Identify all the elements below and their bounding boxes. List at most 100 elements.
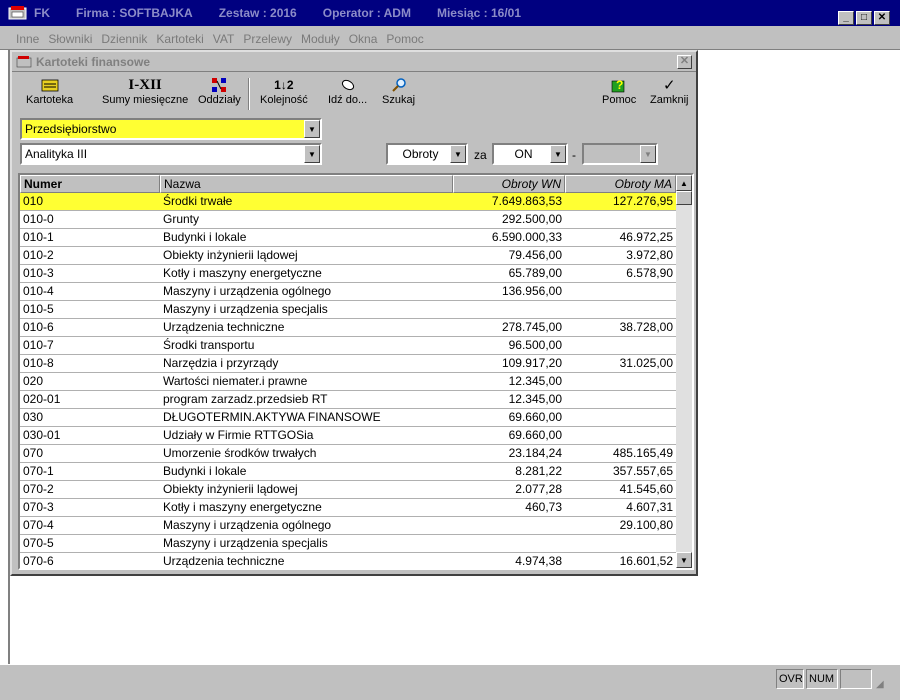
table-row[interactable]: 010-4 Maszyny i urządzenia ogólnego 136.95… [20, 283, 676, 301]
folder-icon [41, 76, 59, 94]
menu-slowniki[interactable]: Słowniki [48, 32, 92, 46]
chevron-down-icon[interactable]: ▼ [304, 120, 320, 138]
table-row[interactable]: 070-1 Budynki i lokale 8.281,22 357.557,65 [20, 463, 676, 481]
window-title: Kartoteki finansowe [36, 54, 151, 69]
chevron-down-icon[interactable]: ▼ [450, 145, 466, 163]
cell-obroty-ma: 41.545,60 [619, 482, 673, 496]
kartoteka-label: Kartoteka [26, 94, 74, 106]
menu-kartoteki[interactable]: Kartoteki [156, 32, 203, 46]
menu-vat[interactable]: VAT [213, 32, 235, 46]
column-header-numer[interactable]: Numer [20, 175, 160, 193]
cell-numer: 010-0 [23, 212, 54, 226]
cell-nazwa: Środki trwałe [163, 194, 233, 208]
cell-numer: 070-6 [23, 554, 54, 568]
window-title-bar: Kartoteki finansowe ✕ [12, 52, 696, 72]
menu-przelewy[interactable]: Przelewy [243, 32, 292, 46]
szukaj-button[interactable]: Szukaj [382, 76, 415, 106]
vertical-scrollbar[interactable]: ▲ ▼ [676, 175, 692, 568]
table-row[interactable]: 070-2 Obiekty inżynierii lądowej 2.077,28 4… [20, 481, 676, 499]
cell-nazwa: Maszyny i urządzenia specjalis [163, 536, 328, 550]
oddzialy-button[interactable]: Oddziały [198, 76, 241, 106]
table-row[interactable]: 010-5 Maszyny i urządzenia specjalis [20, 301, 676, 319]
app-title-bar: FK Firma : SOFTBAJKA Zestaw : 2016 Opera… [0, 0, 900, 28]
cell-numer: 020-01 [23, 392, 61, 406]
dash-label: - [572, 148, 576, 162]
menu-pomoc[interactable]: Pomoc [386, 32, 423, 46]
chevron-down-icon[interactable]: ▼ [550, 145, 566, 163]
cell-numer: 070 [23, 446, 44, 460]
mode-select[interactable]: Obroty ▼ [386, 143, 468, 165]
cell-numer: 010-3 [23, 266, 54, 280]
cell-obroty-wn: 7.649.863,53 [491, 194, 562, 208]
table-row[interactable]: 020-01 program zarzadz.przedsieb RT 12.345… [20, 391, 676, 409]
zamknij-button[interactable]: ✓ Zamknij [650, 76, 689, 106]
cell-nazwa: Grunty [163, 212, 200, 226]
toolbar-separator [248, 78, 250, 110]
table-row[interactable]: 010-8 Narzędzia i przyrządy 109.917,20 31.0… [20, 355, 676, 373]
table-row[interactable]: 020 Wartości niemater.i prawne 12.345,00 [20, 373, 676, 391]
cell-obroty-wn [453, 301, 565, 318]
cell-obroty-wn: 12.345,00 [508, 392, 562, 406]
table-row[interactable]: 070-4 Maszyny i urządzenia ogólnego 29.100… [20, 517, 676, 535]
cell-obroty-ma: 31.025,00 [619, 356, 673, 370]
table-row[interactable]: 070-6 Urządzenia techniczne 4.974,38 16.601… [20, 553, 676, 568]
cell-nazwa: Umorzenie środków trwałych [163, 446, 317, 460]
cell-obroty-wn: 292.500,00 [501, 212, 562, 226]
scroll-up-icon[interactable]: ▲ [676, 175, 692, 191]
cell-numer: 010-7 [23, 338, 54, 352]
table-row[interactable]: 010-1 Budynki i lokale 6.590.000,33 46.972,… [20, 229, 676, 247]
search-icon [391, 76, 407, 94]
minimize-button[interactable]: _ [838, 11, 854, 25]
scroll-thumb[interactable] [676, 191, 692, 205]
column-header-nazwa[interactable]: Nazwa [160, 175, 453, 193]
period-to-select: ▼ [582, 143, 658, 165]
cell-numer: 030-01 [23, 428, 61, 442]
maximize-button[interactable]: □ [856, 11, 872, 25]
period-select[interactable]: ON ▼ [492, 143, 568, 165]
column-header-obroty-wn[interactable]: Obroty WN [453, 175, 565, 193]
analytics-select[interactable]: Analityka III ▼ [20, 143, 322, 165]
table-row[interactable]: 070-5 Maszyny i urządzenia specjalis [20, 535, 676, 553]
idz-do-button[interactable]: Idź do... [328, 76, 367, 106]
window-logo-icon [16, 55, 32, 67]
scroll-down-icon[interactable]: ▼ [676, 552, 692, 568]
company-select[interactable]: Przedsiębiorstwo ▼ [20, 118, 322, 140]
cell-obroty-ma [565, 283, 676, 300]
table-row[interactable]: 010-3 Kotły i maszyny energetyczne 65.789,… [20, 265, 676, 283]
operator-label: Operator : ADM [322, 6, 411, 20]
resize-grip-icon[interactable]: ◢ [876, 679, 884, 690]
pomoc-button[interactable]: ? Pomoc [602, 76, 636, 106]
sort-icon: 1↓2 [274, 78, 294, 92]
cell-nazwa: Udziały w Firmie RTTGOSia [163, 428, 314, 442]
menu-moduly[interactable]: Moduły [301, 32, 340, 46]
cell-nazwa: DŁUGOTERMIN.AKTYWA FINANSOWE [163, 410, 381, 424]
table-row[interactable]: 030 DŁUGOTERMIN.AKTYWA FINANSOWE 69.660,00 [20, 409, 676, 427]
menu-dziennik[interactable]: Dziennik [101, 32, 147, 46]
cell-obroty-ma: 485.165,49 [612, 446, 673, 460]
table-row[interactable]: 010-2 Obiekty inżynierii lądowej 79.456,00… [20, 247, 676, 265]
cell-nazwa: Wartości niemater.i prawne [163, 374, 308, 388]
column-header-obroty-ma[interactable]: Obroty MA [565, 175, 676, 193]
kartoteka-button[interactable]: Kartoteka [26, 76, 73, 106]
table-row[interactable]: 010-0 Grunty 292.500,00 [20, 211, 676, 229]
status-bar: OVR NUM ◢ [0, 664, 900, 700]
close-button[interactable]: ✕ [874, 11, 890, 25]
kolejnosc-button[interactable]: 1↓2 Kolejność [260, 76, 308, 106]
sumy-miesieczne-button[interactable]: I-XII Sumy miesięczne [102, 76, 188, 107]
table-row[interactable]: 070 Umorzenie środków trwałych 23.184,24 48… [20, 445, 676, 463]
cell-numer: 010-1 [23, 230, 54, 244]
cell-numer: 070-4 [23, 518, 54, 532]
chevron-down-icon[interactable]: ▼ [304, 145, 320, 163]
menu-okna[interactable]: Okna [349, 32, 378, 46]
cell-nazwa: Maszyny i urządzenia specjalis [163, 302, 328, 316]
table-row[interactable]: 010-7 Środki transportu 96.500,00 [20, 337, 676, 355]
window-close-button[interactable]: ✕ [677, 55, 692, 69]
menu-inne[interactable]: Inne [16, 32, 39, 46]
table-row[interactable]: 010-6 Urządzenia techniczne 278.745,00 38.7… [20, 319, 676, 337]
cell-obroty-wn: 96.500,00 [508, 338, 562, 352]
goto-icon [339, 76, 357, 94]
table-row[interactable]: 010 Środki trwałe 7.649.863,53 127.276,95 [20, 193, 676, 211]
table-row[interactable]: 030-01 Udziały w Firmie RTTGOSia 69.660,00 [20, 427, 676, 445]
cell-obroty-ma: 4.607,31 [626, 500, 673, 514]
table-row[interactable]: 070-3 Kotły i maszyny energetyczne 460,73 4… [20, 499, 676, 517]
